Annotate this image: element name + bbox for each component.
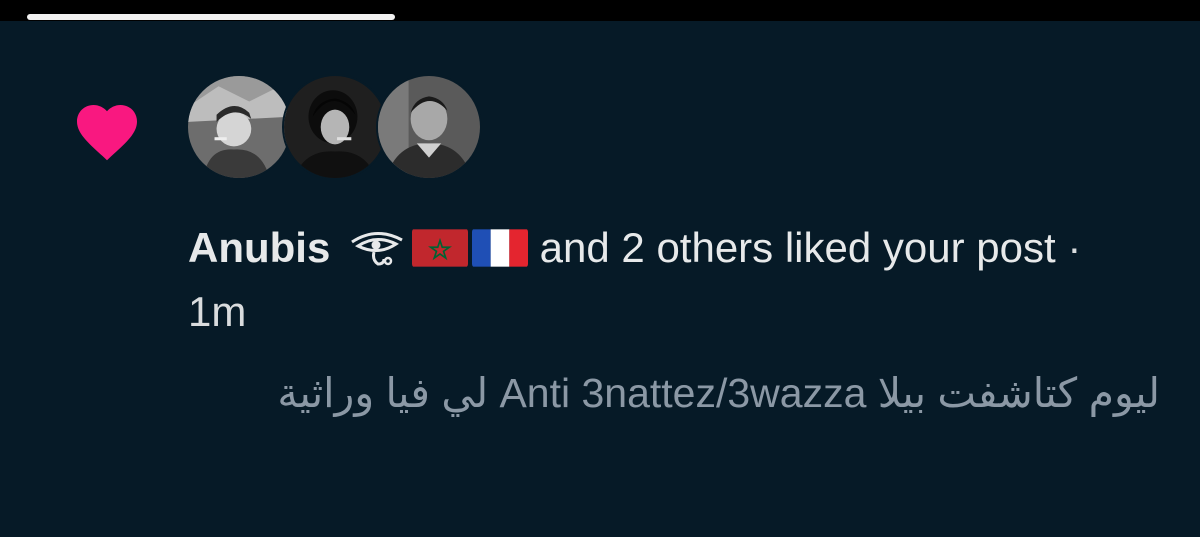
action-text: and 2 others liked your post <box>528 224 1056 271</box>
timestamp: 1m <box>188 288 247 335</box>
post-preview-text[interactable]: ليوم كتاشفت بيلا Anti 3nattez/3wazza لي … <box>230 362 1160 424</box>
avatar[interactable] <box>376 74 482 180</box>
separator: · <box>1055 224 1082 271</box>
france-flag-icon <box>472 228 528 268</box>
avatar-group[interactable] <box>186 74 486 182</box>
story-progress-bar <box>27 14 395 20</box>
eye-of-horus-icon <box>351 232 403 266</box>
heart-icon <box>77 105 137 161</box>
morocco-flag-icon <box>412 228 468 268</box>
actor-name[interactable]: Anubis <box>188 224 330 271</box>
avatar[interactable] <box>186 74 292 180</box>
top-bar <box>0 0 1200 21</box>
notification-text: Anubis and 2 others liked your post · 1m <box>188 216 1148 344</box>
avatar[interactable] <box>282 74 388 180</box>
